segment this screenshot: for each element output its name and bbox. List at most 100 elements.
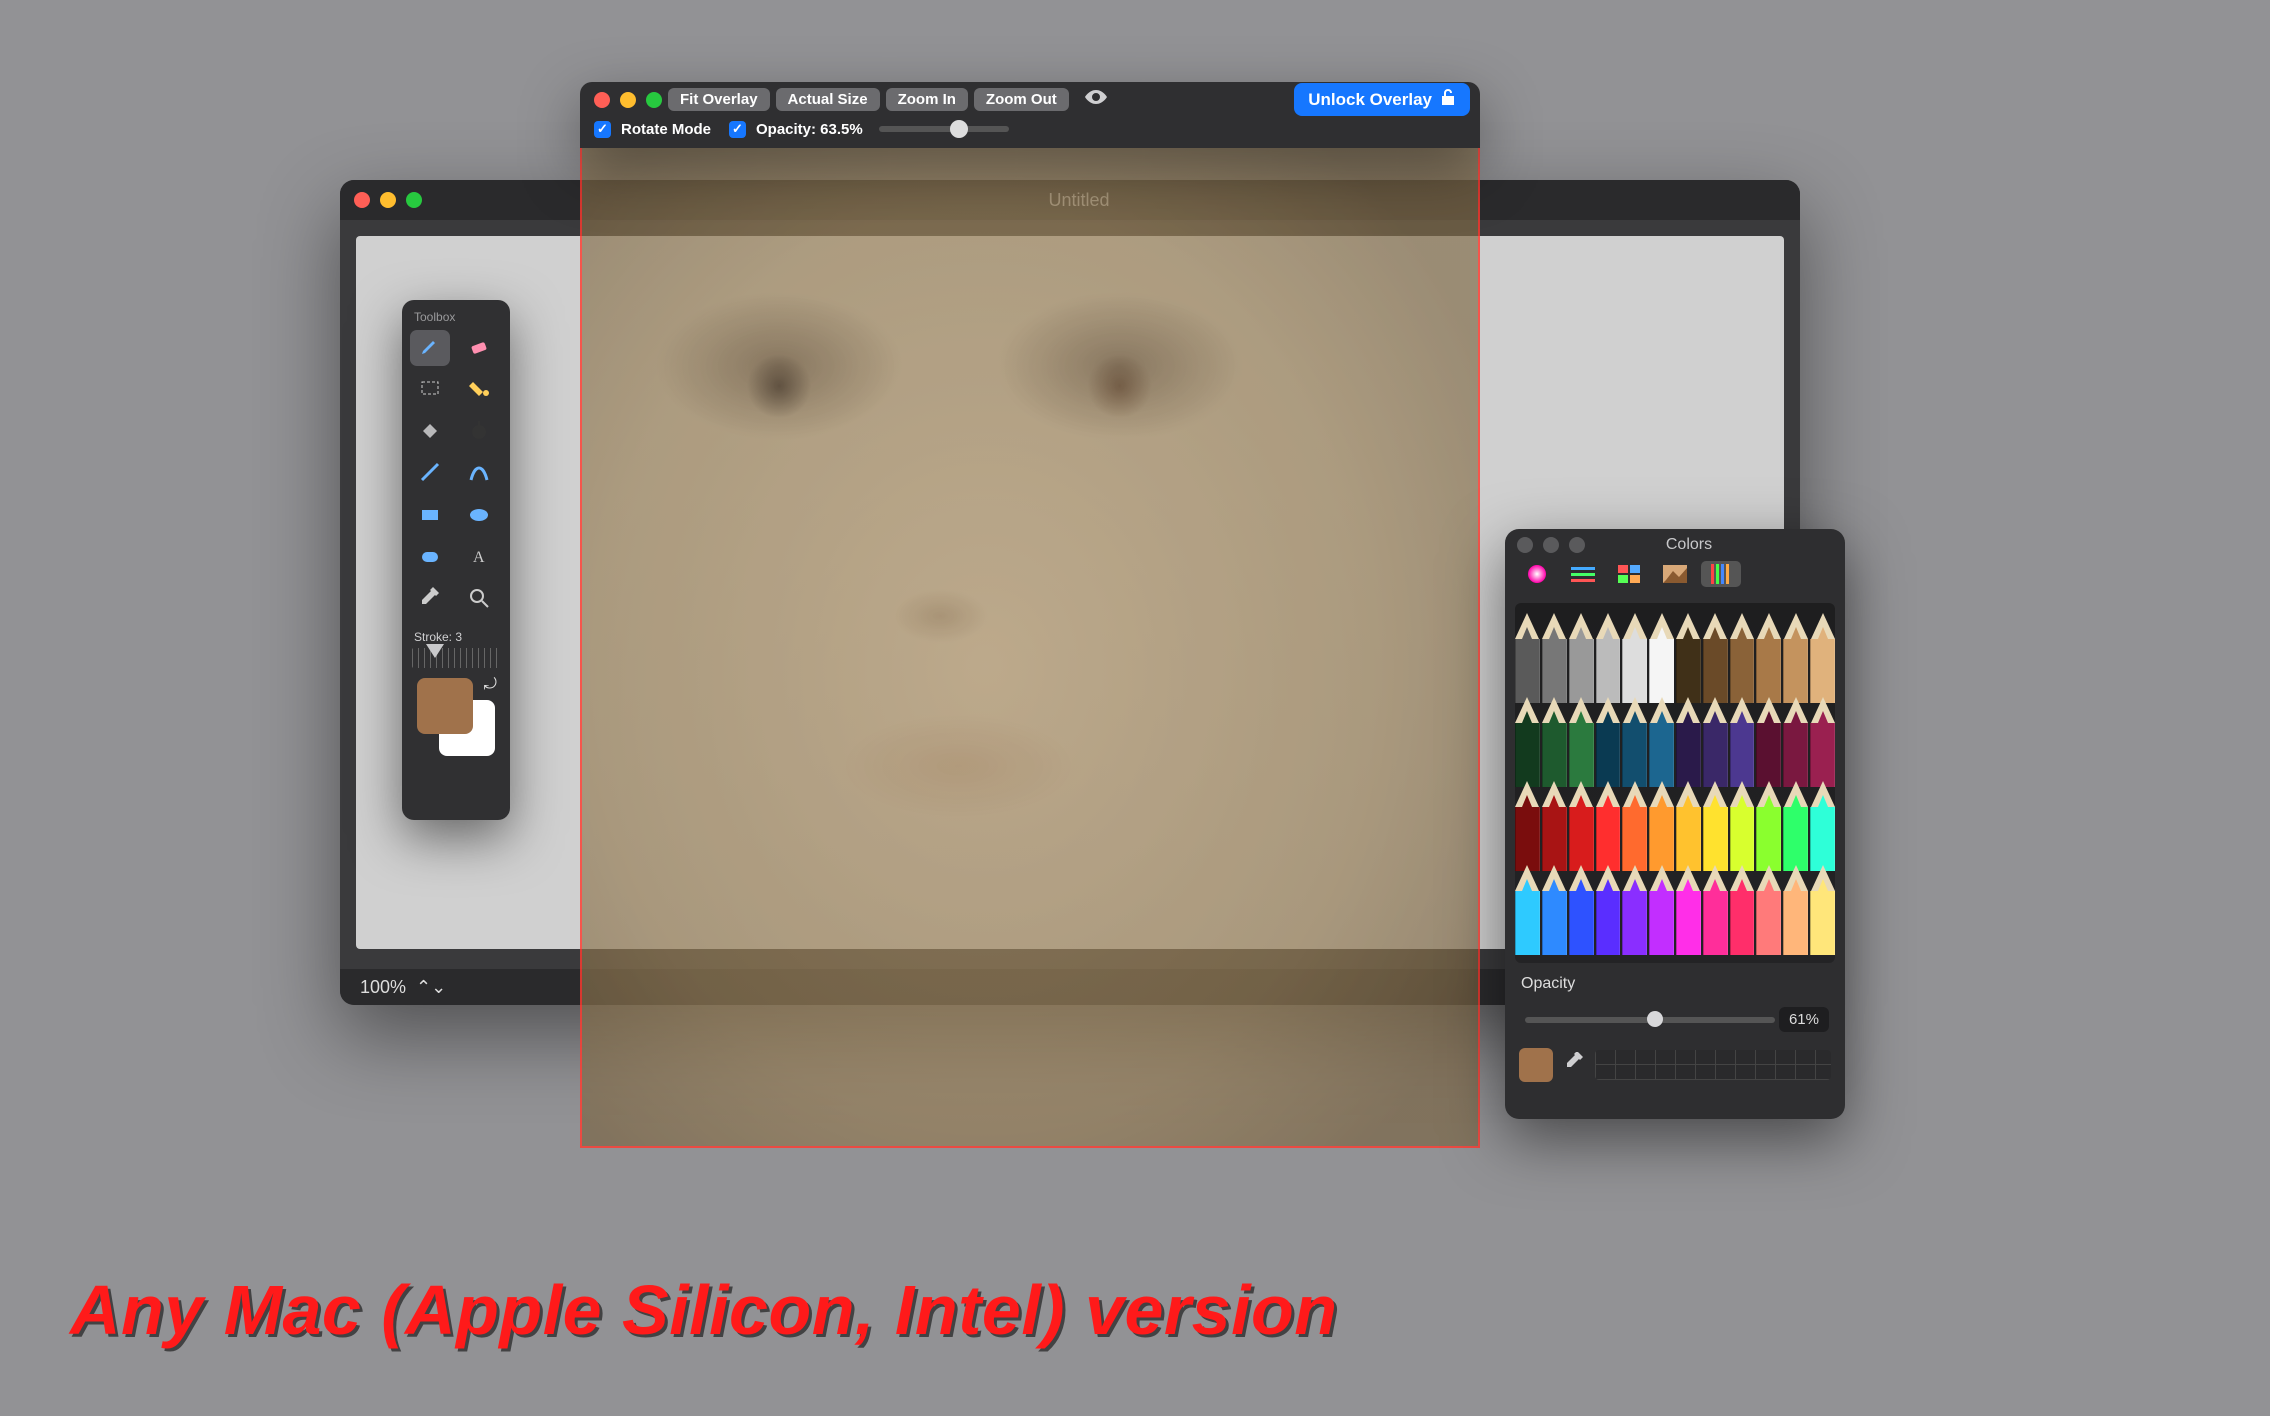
pencil-swatch[interactable] xyxy=(1569,697,1594,787)
zoom-in-button[interactable]: Zoom In xyxy=(886,88,968,111)
opacity-section-label: Opacity xyxy=(1505,963,1845,993)
tool-bucket[interactable] xyxy=(410,414,450,450)
tool-fill[interactable] xyxy=(459,372,499,408)
pencil-swatch[interactable] xyxy=(1622,781,1647,871)
sliders-tab[interactable] xyxy=(1563,561,1603,587)
rotate-mode-checkbox[interactable]: ✓ xyxy=(594,121,611,138)
pencil-swatch[interactable] xyxy=(1703,865,1728,955)
rounded-rect-icon xyxy=(418,544,442,573)
unlock-label: Unlock Overlay xyxy=(1308,90,1432,110)
overlay-zoom-dot[interactable] xyxy=(646,92,662,108)
pencil-swatch[interactable] xyxy=(1622,697,1647,787)
pencil-swatch[interactable] xyxy=(1676,613,1701,703)
actual-size-button[interactable]: Actual Size xyxy=(776,88,880,111)
unlock-overlay-button[interactable]: Unlock Overlay xyxy=(1294,83,1470,116)
wheel-tab[interactable] xyxy=(1517,561,1557,587)
pencil-swatch[interactable] xyxy=(1676,865,1701,955)
tool-magnifier[interactable] xyxy=(459,582,499,618)
pencil-swatch[interactable] xyxy=(1756,781,1781,871)
opacity-checkbox[interactable]: ✓ xyxy=(729,121,746,138)
pencil-swatch[interactable] xyxy=(1810,865,1835,955)
colors-close-dot[interactable] xyxy=(1517,537,1533,553)
tool-line[interactable] xyxy=(410,456,450,492)
promo-caption: Any Mac (Apple Silicon, Intel) version xyxy=(70,1270,1338,1350)
pencil-swatch[interactable] xyxy=(1730,697,1755,787)
eyedropper-icon[interactable] xyxy=(1563,1052,1585,1079)
pencil-swatch[interactable] xyxy=(1730,613,1755,703)
pencil-swatch[interactable] xyxy=(1596,613,1621,703)
visibility-icon[interactable] xyxy=(1083,88,1109,111)
tool-rounded-rect[interactable] xyxy=(410,540,450,576)
pencil-swatch[interactable] xyxy=(1515,865,1540,955)
pencil-swatch[interactable] xyxy=(1542,613,1567,703)
pencil-swatch[interactable] xyxy=(1756,697,1781,787)
overlay-traffic-lights xyxy=(594,92,662,108)
marquee-icon xyxy=(418,376,442,405)
image-tab[interactable] xyxy=(1655,561,1695,587)
color-swatches[interactable]: ⤾ xyxy=(417,678,495,756)
tool-brush[interactable] xyxy=(410,330,450,366)
pencil-swatch[interactable] xyxy=(1756,613,1781,703)
colors-opacity-slider[interactable] xyxy=(1525,1017,1775,1023)
pencil-swatch[interactable] xyxy=(1783,865,1808,955)
pencil-swatch[interactable] xyxy=(1783,781,1808,871)
tool-curve[interactable] xyxy=(459,456,499,492)
pencil-swatch[interactable] xyxy=(1676,697,1701,787)
pencil-swatch[interactable] xyxy=(1569,781,1594,871)
close-dot[interactable] xyxy=(354,192,370,208)
pencil-swatch[interactable] xyxy=(1703,781,1728,871)
pencil-swatch[interactable] xyxy=(1649,865,1674,955)
zoom-out-button[interactable]: Zoom Out xyxy=(974,88,1069,111)
tool-text[interactable]: A xyxy=(459,540,499,576)
pencil-swatch[interactable] xyxy=(1810,697,1835,787)
current-color-swatch[interactable] xyxy=(1519,1048,1553,1082)
zoom-readout[interactable]: 100% ⌃⌄ xyxy=(360,977,446,998)
pencil-swatch[interactable] xyxy=(1676,781,1701,871)
overlay-minimize-dot[interactable] xyxy=(620,92,636,108)
pencil-swatch[interactable] xyxy=(1596,865,1621,955)
tool-marquee[interactable] xyxy=(410,372,450,408)
stroke-slider[interactable] xyxy=(412,648,500,668)
tool-bomb[interactable] xyxy=(459,414,499,450)
pencil-swatch[interactable] xyxy=(1542,697,1567,787)
tool-eyedropper[interactable] xyxy=(410,582,450,618)
pencil-swatch[interactable] xyxy=(1649,613,1674,703)
pencil-swatch[interactable] xyxy=(1649,697,1674,787)
overlay-close-dot[interactable] xyxy=(594,92,610,108)
overlay-image[interactable] xyxy=(580,144,1480,1148)
pencil-swatch[interactable] xyxy=(1783,613,1808,703)
pencil-swatch[interactable] xyxy=(1569,865,1594,955)
overlay-opacity-slider[interactable] xyxy=(879,126,1009,132)
pencil-swatch[interactable] xyxy=(1622,865,1647,955)
pencil-swatch[interactable] xyxy=(1756,865,1781,955)
palettes-tab[interactable] xyxy=(1609,561,1649,587)
tool-rect[interactable] xyxy=(410,498,450,534)
pencil-swatch[interactable] xyxy=(1730,865,1755,955)
pencil-swatch[interactable] xyxy=(1649,781,1674,871)
pencil-swatch[interactable] xyxy=(1596,781,1621,871)
pencils-area[interactable] xyxy=(1515,603,1835,963)
swap-colors-icon[interactable]: ⤾ xyxy=(484,676,497,694)
pencil-swatch[interactable] xyxy=(1703,613,1728,703)
pencil-swatch[interactable] xyxy=(1515,781,1540,871)
tool-eraser[interactable] xyxy=(459,330,499,366)
pencil-swatch[interactable] xyxy=(1515,697,1540,787)
svg-text:A: A xyxy=(473,549,485,566)
pencils-tab[interactable] xyxy=(1701,561,1741,587)
pencil-swatch[interactable] xyxy=(1703,697,1728,787)
pencil-swatch[interactable] xyxy=(1810,613,1835,703)
pencil-swatch[interactable] xyxy=(1542,781,1567,871)
pencil-swatch[interactable] xyxy=(1515,613,1540,703)
pencil-swatch[interactable] xyxy=(1542,865,1567,955)
pencil-swatch[interactable] xyxy=(1596,697,1621,787)
pencil-swatch[interactable] xyxy=(1569,613,1594,703)
fit-overlay-button[interactable]: Fit Overlay xyxy=(668,88,770,111)
overlay-toolbar: Fit Overlay Actual Size Zoom In Zoom Out… xyxy=(580,82,1480,148)
foreground-swatch[interactable] xyxy=(417,678,473,734)
pencil-swatch[interactable] xyxy=(1810,781,1835,871)
swatch-wells[interactable] xyxy=(1595,1050,1831,1080)
pencil-swatch[interactable] xyxy=(1783,697,1808,787)
pencil-swatch[interactable] xyxy=(1730,781,1755,871)
tool-ellipse[interactable] xyxy=(459,498,499,534)
pencil-swatch[interactable] xyxy=(1622,613,1647,703)
